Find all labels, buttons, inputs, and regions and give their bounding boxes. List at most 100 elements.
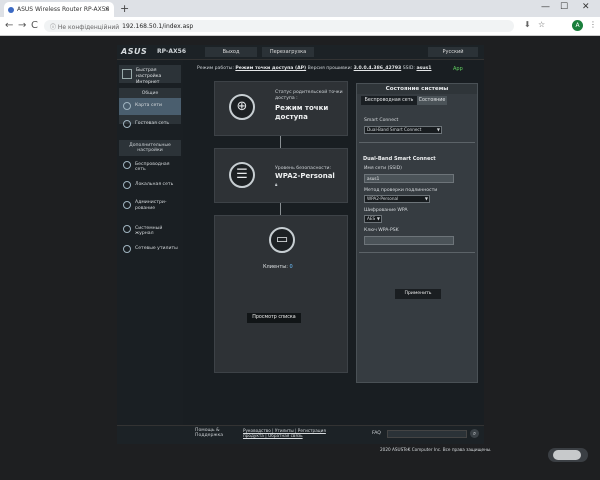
minimize-icon[interactable]: —: [541, 2, 550, 12]
quick-setup-button[interactable]: Быстрая настройка Интернет: [119, 65, 181, 85]
sidebar-item-label: Локальная сеть: [135, 182, 174, 187]
op-mode-link[interactable]: Режим точки доступа (AP): [235, 66, 306, 71]
logout-button[interactable]: Выход: [205, 47, 257, 57]
model-name: RP-AX56: [157, 48, 187, 55]
security-indicator[interactable]: ⓘ Не конфіденційний: [50, 22, 119, 31]
router-node[interactable]: ☰ Уровень безопасности: WPA2-Personal 🔒︎: [214, 148, 348, 203]
copyright: 2020 ASUSTeK Computer Inc. Все права защ…: [380, 447, 492, 452]
browser-tab-strip: ASUS Wireless Router RP-AX56 × + — ☐ ✕: [0, 0, 600, 17]
sidebar-item-administration[interactable]: Администри-рование: [119, 197, 181, 217]
sidebar-item-label: Беспроводная сеть: [135, 162, 170, 172]
ssid-field-label: Имя сети (SSID): [364, 166, 402, 171]
globe-icon: ⊕: [229, 94, 255, 120]
ssid-field[interactable]: asus1: [364, 174, 454, 183]
network-tools-icon: [123, 245, 131, 253]
advanced-section: Дополнительные настройки: [119, 140, 181, 156]
sidebar-item-label: Карта сети: [135, 103, 162, 108]
lock-icon: 🔒︎: [275, 183, 278, 188]
divider: [359, 252, 475, 253]
link-line: [280, 136, 281, 148]
browser-toolbar: ← → C ⓘ Не конфіденційний 192.168.50.1/i…: [0, 17, 600, 36]
help-support-link[interactable]: Помощь & Поддержка: [195, 428, 233, 438]
sidebar-item-network-map[interactable]: Карта сети: [119, 98, 181, 115]
sidebar-item-wireless[interactable]: Беспроводная сеть: [119, 157, 181, 174]
router-page: ASUS RP-AX56 Выход Перезагрузка Русский …: [117, 45, 484, 444]
wpa-key-field[interactable]: [364, 236, 454, 245]
asus-favicon-icon: [8, 6, 14, 13]
avatar[interactable]: A: [572, 20, 583, 31]
router-header: ASUS RP-AX56 Выход Перезагрузка Русский: [117, 45, 484, 60]
clients-label: Клиенты:: [263, 264, 288, 270]
quick-setup-icon: [122, 69, 132, 79]
watermark-shape: [553, 450, 581, 460]
smart-connect-label: Smart Connect: [364, 118, 399, 123]
network-map-icon: [123, 102, 131, 110]
faq-label: FAQ: [372, 431, 381, 436]
maximize-icon[interactable]: ☐: [560, 2, 568, 12]
general-section-label: Общие: [141, 91, 159, 96]
auth-method-value: WPA2-Personal: [367, 196, 399, 201]
sidebar-item-label: Гостевая сеть: [135, 121, 170, 126]
router-icon: ☰: [229, 162, 255, 188]
footer-links-line2[interactable]: продукта | Обратная связь: [243, 433, 303, 438]
faq-search-input[interactable]: [387, 430, 467, 438]
monitor-icon: ▭: [269, 227, 295, 253]
clients-node[interactable]: ▭ Клиенты: 0: [214, 215, 348, 373]
system-log-icon: [123, 225, 131, 233]
tab-status[interactable]: Состояние: [417, 96, 447, 105]
auth-method-select[interactable]: WPA2-Personal ▼: [364, 195, 430, 203]
back-icon[interactable]: ←: [5, 20, 13, 31]
url-text: 192.168.50.1/index.asp: [122, 22, 194, 30]
clients-count: Клиенты: 0: [263, 264, 293, 270]
search-icon[interactable]: ⌕: [470, 429, 479, 438]
sidebar-item-label: Системный журнал: [135, 226, 163, 236]
encryption-select[interactable]: AES ▼: [364, 215, 382, 223]
smart-connect-select[interactable]: Dual-Band Smart Connect ▼: [364, 126, 442, 134]
chevron-down-icon: ▼: [424, 196, 428, 201]
tab-wireless[interactable]: Беспроводная сеть: [361, 96, 417, 105]
divider: [359, 142, 475, 143]
close-tab-icon[interactable]: ×: [104, 5, 110, 13]
fw-label: Версия прошивки:: [306, 66, 354, 71]
download-icon[interactable]: ⬇: [524, 20, 531, 29]
reboot-button[interactable]: Перезагрузка: [262, 47, 314, 57]
sidebar-item-label: Сетевые утилиты: [135, 246, 178, 251]
link-line: [280, 203, 281, 215]
firmware-link[interactable]: 3.0.0.4.386_42793: [354, 66, 402, 71]
star-icon[interactable]: ☆: [538, 20, 545, 29]
wpa-key-label: Ключ WPA-PSK: [364, 228, 399, 233]
app-link[interactable]: App: [453, 66, 463, 72]
view-list-button[interactable]: Просмотр списка: [247, 313, 301, 323]
sidebar-item-system-log[interactable]: Системный журнал: [119, 221, 181, 238]
clients-number: 0: [289, 264, 293, 270]
mode-prefix: Режим работы:: [197, 66, 236, 71]
security-value: WPA2-Personal: [275, 172, 335, 180]
chevron-down-icon: ▼: [376, 216, 380, 221]
language-select[interactable]: Русский: [428, 47, 478, 57]
ssid-link[interactable]: asus1: [416, 66, 431, 71]
sidebar-item-lan[interactable]: Локальная сеть: [119, 177, 181, 194]
parent-ap-node[interactable]: ⊕ Статус родительской точки доступа : Ре…: [214, 81, 348, 136]
administration-icon: [123, 201, 131, 209]
forward-icon[interactable]: →: [18, 20, 26, 31]
apply-button[interactable]: Применить: [395, 289, 441, 299]
sidebar-item-network-tools[interactable]: Сетевые утилиты: [119, 241, 181, 258]
menu-icon[interactable]: ⋮: [589, 20, 597, 29]
asus-logo: ASUS: [121, 47, 148, 56]
close-window-icon[interactable]: ✕: [582, 2, 590, 12]
footer-links: Руководство | Утилиты | Регистрация прод…: [243, 428, 326, 438]
sidebar-item-guest-network[interactable]: Гостевая сеть: [119, 116, 181, 133]
watermark-logo: [548, 440, 598, 470]
quick-setup-label: Быстрая настройка Интернет: [136, 68, 162, 85]
advanced-section-label: Дополнительные настройки: [129, 143, 171, 153]
smart-connect-value: Dual-Band Smart Connect: [367, 127, 422, 132]
address-bar[interactable]: ⓘ Не конфіденційний 192.168.50.1/index.a…: [44, 20, 514, 32]
system-status-panel: Состояние системы Беспроводная сеть Сост…: [356, 83, 478, 383]
reload-icon[interactable]: C: [31, 20, 38, 31]
status-line: Режим работы: Режим точки доступа (AP) В…: [197, 66, 432, 71]
new-tab-button[interactable]: +: [120, 2, 129, 15]
lan-icon: [123, 181, 131, 189]
wireless-icon: [123, 161, 131, 169]
guest-network-icon: [123, 120, 131, 128]
browser-tab[interactable]: ASUS Wireless Router RP-AX56 ×: [4, 2, 114, 17]
